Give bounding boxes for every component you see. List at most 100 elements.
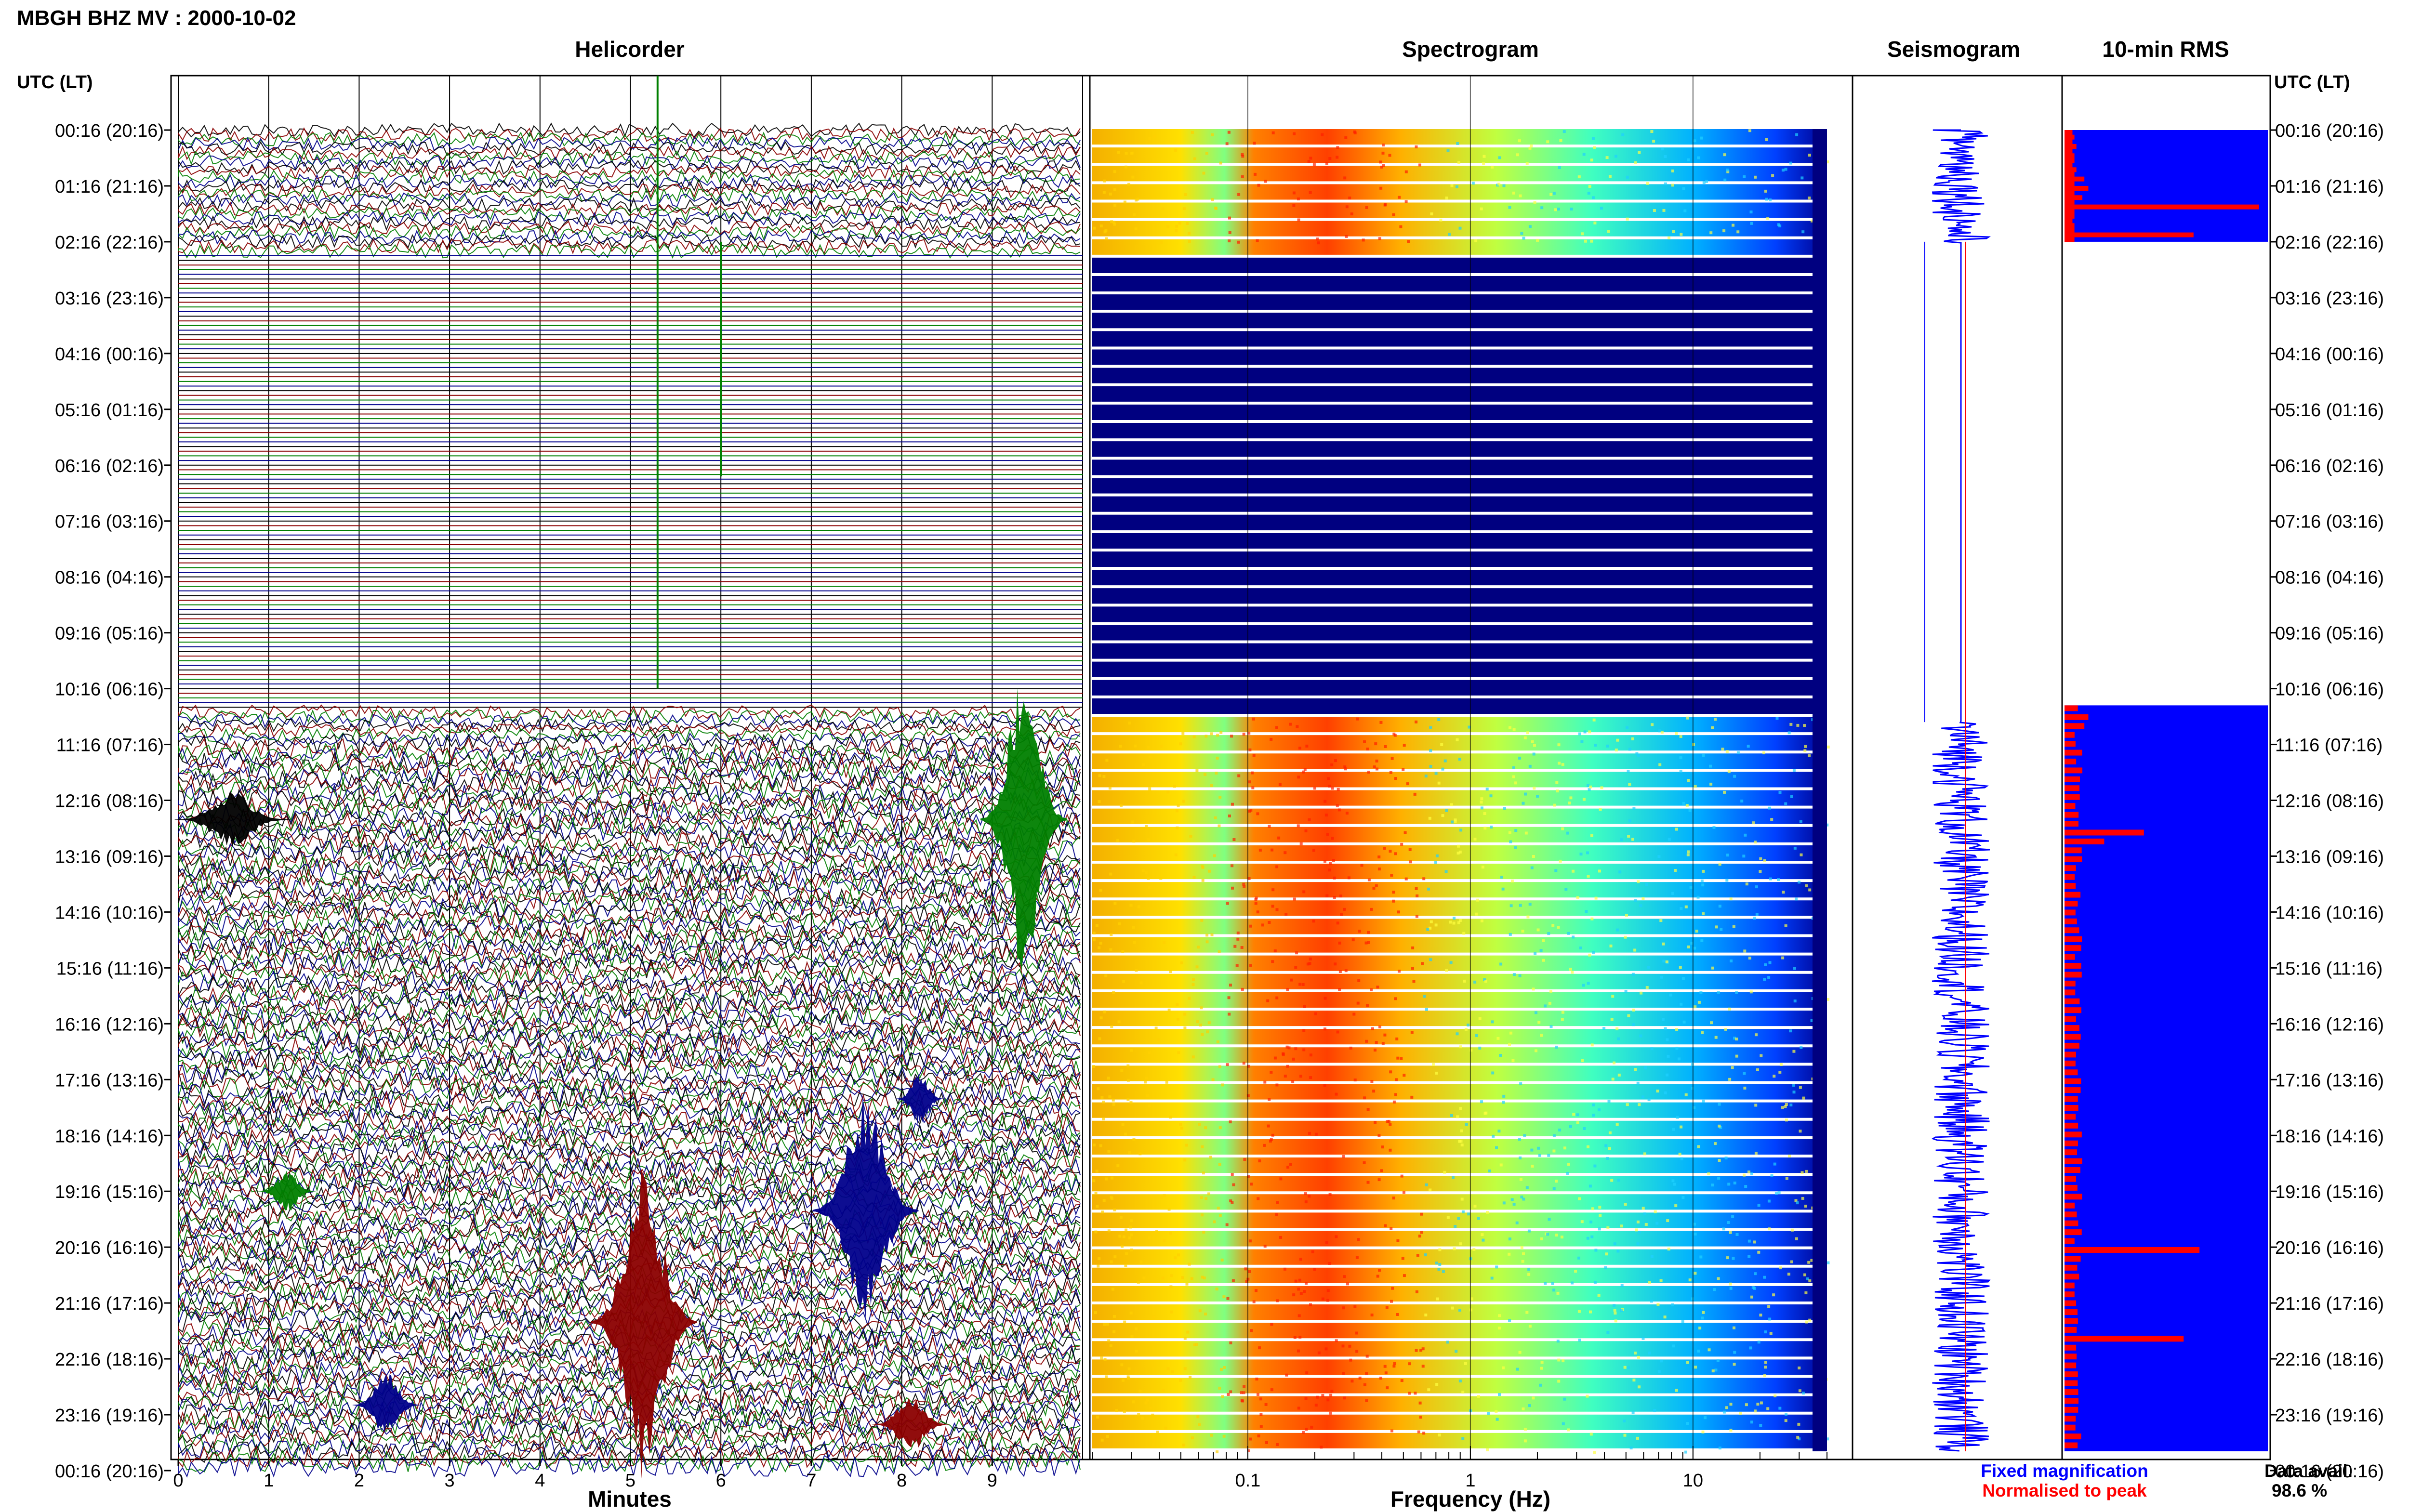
rms-bar <box>2065 1194 2082 1200</box>
spectrogram-speckle <box>1733 1182 1736 1184</box>
spectrogram-speckle <box>1744 833 1747 837</box>
spectrogram-speckle <box>1765 197 1768 201</box>
spectrogram-speckle <box>1694 1366 1697 1369</box>
spectrogram-speckle <box>1457 844 1460 848</box>
spectrogram-speckle <box>1480 1100 1483 1104</box>
frequency-tick-label: 10 <box>1683 1471 1703 1491</box>
spectrogram-speckle <box>1231 1173 1234 1176</box>
spectrogram-speckle <box>1569 1125 1572 1128</box>
spectrogram-speckle <box>1605 1252 1608 1256</box>
spectrogram-speckle <box>1211 1078 1215 1081</box>
spectrogram-speckle <box>1778 791 1782 794</box>
spectrogram-speckle <box>1539 1383 1542 1387</box>
spectrogram-speckle <box>1434 861 1437 864</box>
spectrogram-speckle <box>1389 771 1392 774</box>
spectrogram-speckle <box>1388 154 1391 157</box>
spectrogram-speckle <box>1680 1002 1683 1006</box>
spectrogram-speckle <box>1688 809 1692 812</box>
spectrogram-speckle <box>1347 876 1350 880</box>
spectrogram-speckle <box>1374 742 1377 746</box>
spectrogram-speckle <box>1634 899 1637 902</box>
rms-bar <box>2065 171 2075 177</box>
spectrogram-speckle <box>1250 1183 1253 1186</box>
spectrogram-speckle <box>1675 1389 1678 1392</box>
spectrogram-speckle <box>1760 1401 1763 1405</box>
spectrogram-speckle <box>1456 1032 1459 1036</box>
spectrogram-speckle <box>1686 1361 1689 1364</box>
spectrogram-speckle <box>1221 1083 1224 1087</box>
spectrogram-speckle <box>1188 997 1191 1000</box>
spectrogram-speckle <box>1099 224 1103 228</box>
spectrogram-gap-band <box>1092 643 1827 659</box>
spectrogram-speckle <box>1215 772 1218 775</box>
spectrogram-speckle <box>1566 831 1569 835</box>
spectrogram-speckle <box>1562 1359 1565 1363</box>
spectrogram-gap-band <box>1092 533 1827 549</box>
spectrogram-speckle <box>1779 1063 1783 1066</box>
spectrogram-speckle <box>1705 180 1708 183</box>
spectrogram-speckle <box>1637 1355 1640 1359</box>
spectrogram-speckle <box>1384 1371 1388 1375</box>
spectrogram-speckle <box>1326 833 1329 836</box>
spectrogram-speckle <box>1569 968 1572 971</box>
spectrogram-speckle <box>1412 980 1416 983</box>
spectrogram-speckle <box>1743 1086 1747 1090</box>
utc-header-right: UTC (LT) <box>2274 72 2350 92</box>
spectrogram-speckle <box>1552 1288 1556 1292</box>
spectrogram-speckle <box>1410 1095 1414 1099</box>
spectrogram-speckle <box>1191 983 1195 986</box>
spectrogram-speckle <box>1314 1404 1318 1407</box>
spectrogram-speckle <box>1275 1083 1279 1087</box>
spectrogram-speckle <box>1774 1192 1778 1195</box>
spectrogram-speckle <box>1297 1314 1301 1317</box>
time-label-left: 02:16 (22:16) <box>55 233 164 253</box>
spectrogram-speckle <box>1265 1441 1268 1444</box>
spectrogram-speckle <box>1349 1046 1352 1050</box>
spectrogram-speckle <box>1176 1003 1179 1006</box>
spectrogram-speckle <box>1714 1368 1718 1372</box>
spectrogram-speckle <box>1109 872 1112 876</box>
spectrogram-speckle <box>1198 1123 1201 1126</box>
spectrogram-speckle <box>1415 915 1418 918</box>
spectrogram-speckle <box>1229 984 1232 987</box>
spectrogram-speckle <box>1242 733 1245 736</box>
spectrogram-speckle <box>1682 802 1685 805</box>
spectrogram-speckle <box>1126 1078 1130 1082</box>
spectrogram-speckle <box>1420 1231 1423 1234</box>
spectrogram-band <box>1092 1047 1827 1063</box>
spectrogram-speckle <box>1367 878 1371 881</box>
rms-bar <box>2065 1247 2200 1253</box>
spectrogram-speckle <box>1287 1046 1291 1050</box>
spectrogram-speckle <box>1396 1313 1399 1316</box>
time-label-left: 08:16 (04:16) <box>55 568 164 588</box>
spectrogram-speckle <box>1567 932 1570 935</box>
spectrogram-speckle <box>1748 129 1751 132</box>
spectrogram-speckle <box>1728 1007 1731 1011</box>
spectrogram-speckle <box>1594 1249 1598 1252</box>
spectrogram-speckle <box>1747 745 1750 748</box>
spectrogram-speckle <box>1276 1201 1279 1204</box>
spectrogram-speckle <box>1722 1227 1725 1231</box>
spectrogram-speckle <box>1588 953 1591 957</box>
spectrogram-speckle <box>1236 931 1240 934</box>
spectrogram-speckle <box>1189 835 1192 838</box>
spectrogram-speckle <box>1499 1163 1503 1167</box>
rms-bar <box>2065 1149 2078 1156</box>
spectrogram-speckle <box>1259 1397 1262 1401</box>
spectrogram-speckle <box>1282 1053 1285 1056</box>
spectrogram-speckle <box>1259 1425 1263 1428</box>
spectrogram-speckle <box>1312 163 1316 166</box>
spectrogram-speckle <box>1248 1239 1252 1243</box>
spectrogram-speckle <box>1183 1337 1187 1340</box>
spectrogram-speckle <box>1228 815 1231 817</box>
spectrogram-speckle <box>1182 207 1186 210</box>
spectrogram-speckle <box>1628 819 1631 823</box>
spectrogram-speckle <box>1103 1010 1106 1013</box>
spectrogram-speckle <box>1484 1111 1488 1115</box>
spectrogram-speckle <box>1328 785 1331 788</box>
spectrogram-speckle <box>1594 744 1597 747</box>
spectrogram-speckle <box>1313 787 1316 790</box>
spectrogram-speckle <box>1451 1306 1454 1310</box>
spectrogram-speckle <box>1213 1220 1216 1223</box>
spectrogram-speckle <box>1729 1231 1732 1234</box>
